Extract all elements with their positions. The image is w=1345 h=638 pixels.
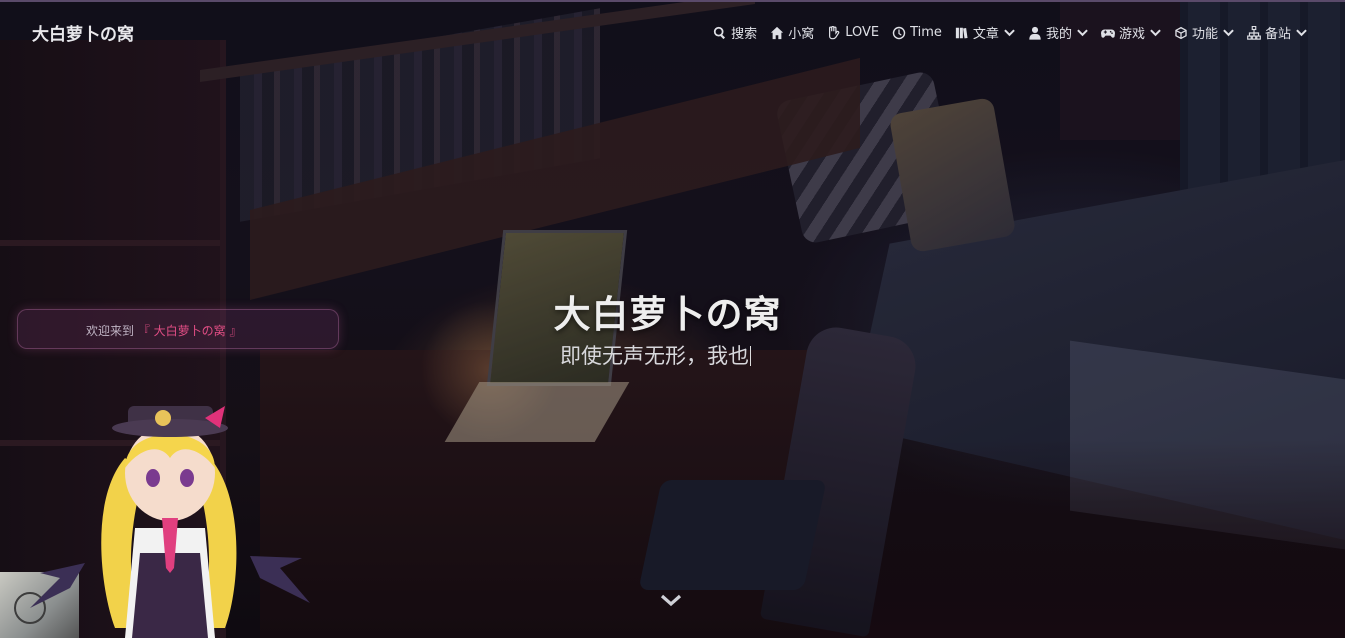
hand-icon — [829, 25, 840, 39]
nav-label: 文章 — [972, 27, 999, 42]
site-brand[interactable]: 大白萝卜の窝 — [32, 20, 134, 45]
welcome-site-name: 『 大白萝卜の窝 』 — [137, 324, 242, 338]
welcome-prefix: 欢迎来到 — [86, 324, 135, 338]
nav-label: 游戏 — [1118, 27, 1145, 42]
sitemap-icon — [1247, 25, 1261, 40]
scroll-down-button[interactable] — [660, 592, 682, 608]
welcome-banner: 欢迎来到 『 大白萝卜の窝 』 — [17, 309, 339, 349]
nav-label: 搜索 — [731, 27, 758, 42]
user-icon — [1029, 26, 1041, 40]
live2d-mascot[interactable] — [30, 378, 310, 638]
nav-games[interactable]: 游戏 — [1100, 23, 1161, 42]
books-icon — [955, 27, 968, 38]
nav-label: Time — [910, 25, 942, 40]
hero-subtitle: 即使无声无形，我也 — [560, 340, 751, 370]
nav-love[interactable]: LOVE — [827, 25, 879, 40]
chevron-down-icon — [1150, 29, 1161, 37]
nav-label: 我的 — [1045, 27, 1072, 42]
nav-mine[interactable]: 我的 — [1028, 23, 1088, 42]
typing-cursor — [750, 346, 751, 366]
nav-time[interactable]: Time — [892, 25, 942, 40]
nav-articles[interactable]: 文章 — [955, 23, 1015, 42]
welcome-text: 欢迎来到 『 大白萝卜の窝 』 — [86, 322, 241, 339]
chevron-down-icon — [660, 594, 682, 607]
chevron-down-icon — [1004, 29, 1015, 37]
chevron-down-icon — [1223, 29, 1234, 37]
nav-label: 功能 — [1191, 27, 1218, 42]
nav-label: 小窝 — [788, 27, 815, 42]
search-icon — [714, 26, 726, 39]
clock-icon — [892, 26, 906, 39]
gamepad-icon — [1100, 29, 1115, 38]
home-icon — [771, 26, 784, 39]
hero-subtitle-text: 即使无声无形，我也 — [560, 344, 749, 368]
nav-home[interactable]: 小窝 — [770, 23, 814, 42]
nav-backup-sites[interactable]: 备站 — [1247, 23, 1307, 42]
cube-icon — [1175, 26, 1187, 39]
chevron-down-icon — [1296, 29, 1307, 37]
nav-label: LOVE — [845, 25, 880, 40]
chevron-down-icon — [1077, 29, 1088, 37]
nav-search[interactable]: 搜索 — [713, 23, 757, 42]
main-nav: 搜索 小窝 LOVE Time 文章 我的 游戏 功能 备站 — [713, 23, 1307, 42]
nav-features[interactable]: 功能 — [1174, 23, 1234, 42]
nav-label: 备站 — [1264, 27, 1291, 42]
top-navbar: 大白萝卜の窝 搜索 小窝 LOVE Time 文章 我的 游戏 功能 备站 — [0, 0, 1345, 64]
